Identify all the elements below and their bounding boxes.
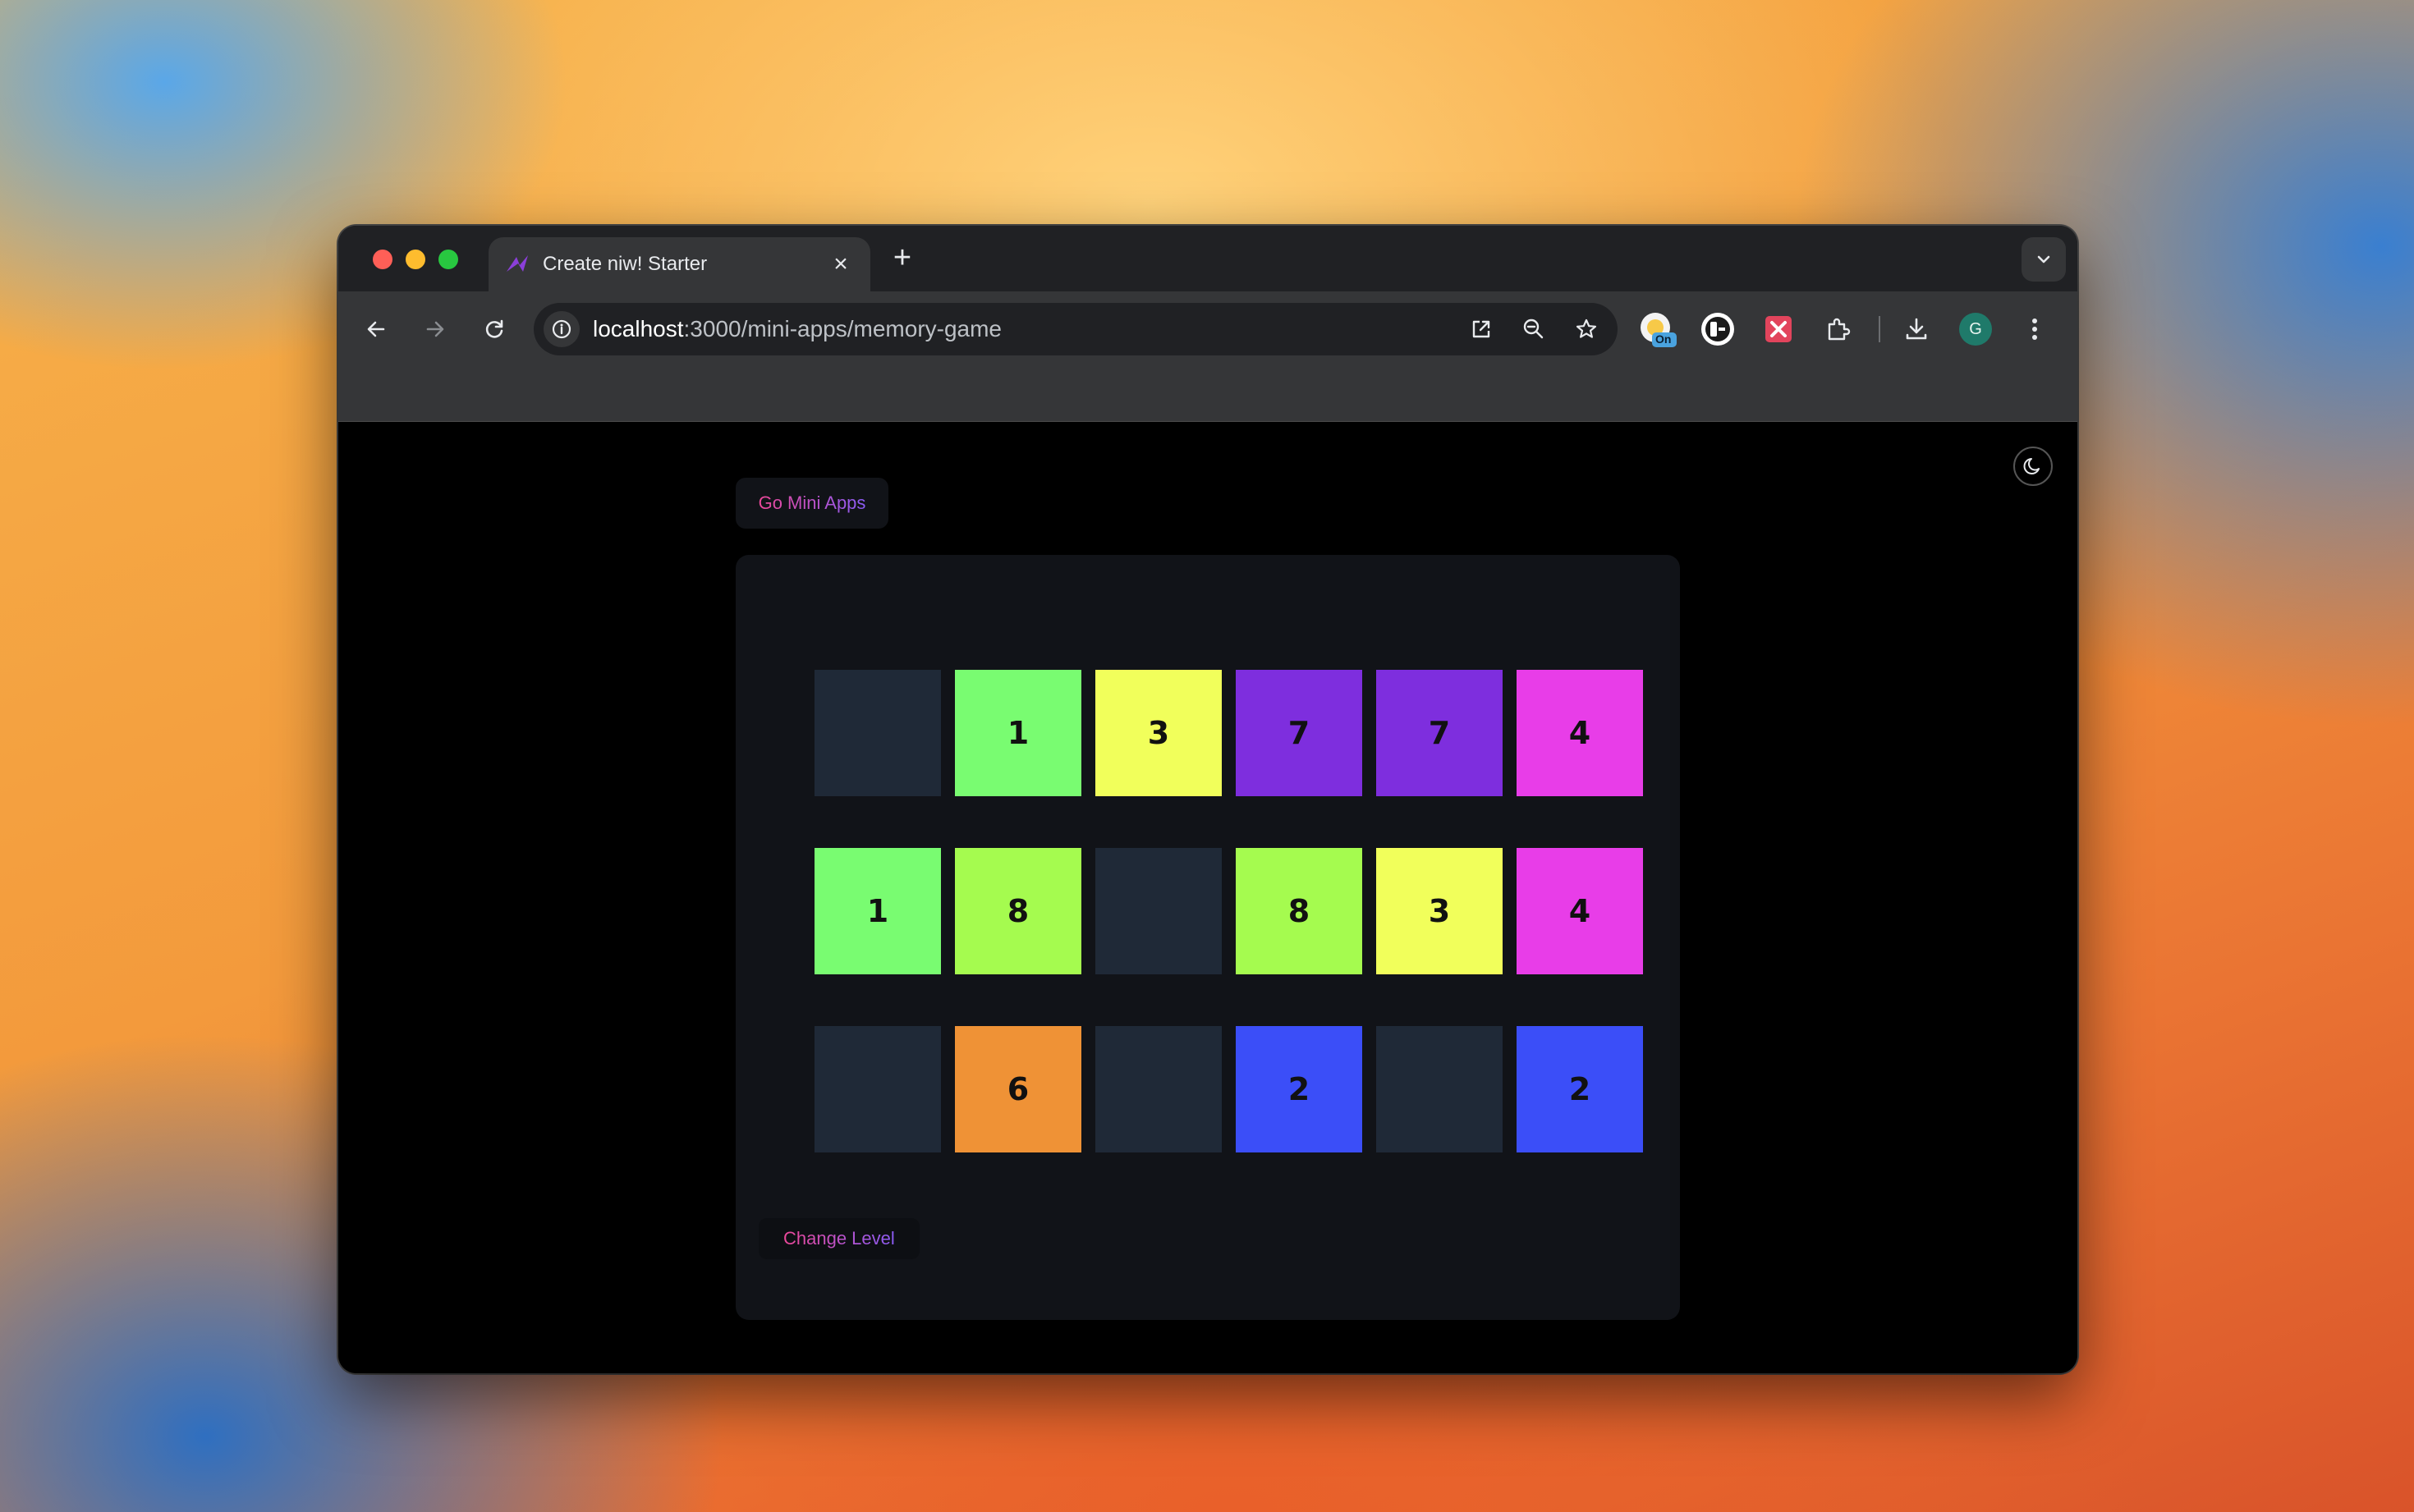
maximize-window-button[interactable] <box>438 250 458 269</box>
zoom-out-icon <box>1523 318 1544 339</box>
avatar-initial: G <box>1969 319 1982 338</box>
memory-card-hidden[interactable] <box>1376 1026 1503 1152</box>
tab-active[interactable]: Create niw! Starter × <box>489 237 870 291</box>
go-mini-apps-label: Go Mini Apps <box>758 493 866 513</box>
tab-title: Create niw! Starter <box>543 253 708 275</box>
card-value: 7 <box>1287 715 1310 751</box>
url-path: :3000/mini-apps/memory-game <box>683 316 1003 341</box>
card-value: 4 <box>1568 893 1591 929</box>
bookmark-button[interactable] <box>1567 309 1606 349</box>
memory-card-revealed[interactable]: 3 <box>1095 670 1222 796</box>
tab-bar: Create niw! Starter × + <box>338 226 2077 291</box>
change-level-button[interactable]: Change Level <box>759 1218 920 1259</box>
external-link-icon <box>1472 320 1490 338</box>
url-text: localhost:3000/mini-apps/memory-game <box>593 316 1462 342</box>
avatar: G <box>1959 313 1992 346</box>
card-value: 3 <box>1428 893 1451 929</box>
card-value: 1 <box>866 893 889 929</box>
tab-search-button[interactable] <box>2022 237 2066 282</box>
memory-card-revealed[interactable]: 1 <box>955 670 1081 796</box>
extensions-button[interactable] <box>1818 309 1857 349</box>
card-value: 6 <box>1007 1071 1030 1107</box>
memory-card-revealed[interactable]: 8 <box>1236 848 1362 974</box>
memory-card-revealed[interactable]: 6 <box>955 1026 1081 1152</box>
puzzle-icon <box>1828 318 1851 341</box>
go-mini-apps-button[interactable]: Go Mini Apps <box>736 478 888 529</box>
memory-card-revealed[interactable]: 4 <box>1517 848 1643 974</box>
card-value: 2 <box>1568 1071 1591 1107</box>
extension-notion-button[interactable] <box>1698 309 1737 349</box>
memory-card-revealed[interactable]: 8 <box>955 848 1081 974</box>
card-value: 4 <box>1568 715 1591 751</box>
card-value: 1 <box>1007 715 1030 751</box>
browser-menu-button[interactable] <box>2015 309 2054 349</box>
page-content: Go Mini Apps 1 3 7 7 4 1 8 8 3 4 6 2 2 Change Level <box>338 422 2077 1373</box>
profile-button[interactable]: G <box>1956 309 1995 349</box>
memory-game-panel: 1 3 7 7 4 1 8 8 3 4 6 2 2 Change Level <box>736 555 1680 1320</box>
web-clipper-icon <box>1701 313 1734 346</box>
memory-card-hidden[interactable] <box>1095 1026 1222 1152</box>
moon-icon <box>2023 458 2040 474</box>
memory-card-revealed[interactable]: 2 <box>1517 1026 1643 1152</box>
extension-tool-button[interactable] <box>1759 309 1798 349</box>
star-icon <box>1576 318 1597 338</box>
app-favicon-icon <box>507 255 528 272</box>
memory-card-revealed[interactable]: 7 <box>1236 670 1362 796</box>
more-vertical-icon <box>2032 318 2037 340</box>
memory-card-hidden[interactable] <box>815 1026 941 1152</box>
memory-card-revealed[interactable]: 3 <box>1376 848 1503 974</box>
arrow-right-icon <box>426 321 444 337</box>
browser-toolbar: localhost:3000/mini-apps/memory-game On … <box>338 291 2077 367</box>
memory-card-revealed[interactable]: 7 <box>1376 670 1503 796</box>
toolbar-divider <box>1879 316 1880 342</box>
extension-on-button[interactable]: On <box>1637 309 1677 349</box>
theme-toggle-button[interactable] <box>2013 447 2053 486</box>
minimize-window-button[interactable] <box>406 250 425 269</box>
card-grid: 1 3 7 7 4 1 8 8 3 4 6 2 2 <box>815 670 1643 1152</box>
zoom-button[interactable] <box>1514 309 1553 349</box>
card-value: 8 <box>1287 893 1310 929</box>
card-value: 2 <box>1287 1071 1310 1107</box>
chevron-down-icon <box>2037 255 2050 263</box>
url-host: localhost <box>593 316 684 341</box>
arrow-left-icon <box>367 321 385 337</box>
extension-badge-label: On <box>1655 332 1672 346</box>
bookmarks-bar <box>338 367 2077 422</box>
card-value: 3 <box>1147 715 1170 751</box>
card-value: 8 <box>1007 893 1030 929</box>
site-info-button[interactable] <box>544 311 580 347</box>
back-button[interactable] <box>356 309 396 349</box>
browser-window: Create niw! Starter × + localhost:3000/m… <box>338 226 2077 1373</box>
info-icon <box>552 319 571 339</box>
reload-button[interactable] <box>475 309 514 349</box>
change-level-label: Change Level <box>783 1228 895 1249</box>
close-window-button[interactable] <box>373 250 392 269</box>
reload-icon <box>485 319 503 338</box>
downloads-button[interactable] <box>1897 309 1936 349</box>
address-bar[interactable]: localhost:3000/mini-apps/memory-game <box>534 303 1618 355</box>
forward-button[interactable] <box>415 309 455 349</box>
memory-card-revealed[interactable]: 2 <box>1236 1026 1362 1152</box>
new-tab-button[interactable]: + <box>884 241 920 276</box>
open-in-app-button[interactable] <box>1462 309 1501 349</box>
card-value: 7 <box>1428 715 1451 751</box>
memory-card-hidden[interactable] <box>1095 848 1222 974</box>
memory-card-hidden[interactable] <box>815 670 941 796</box>
memory-card-revealed[interactable]: 1 <box>815 848 941 974</box>
tab-close-icon[interactable]: × <box>824 250 857 278</box>
tool-extension-icon <box>1765 316 1792 342</box>
memory-card-revealed[interactable]: 4 <box>1517 670 1643 796</box>
download-icon <box>1906 318 1927 340</box>
